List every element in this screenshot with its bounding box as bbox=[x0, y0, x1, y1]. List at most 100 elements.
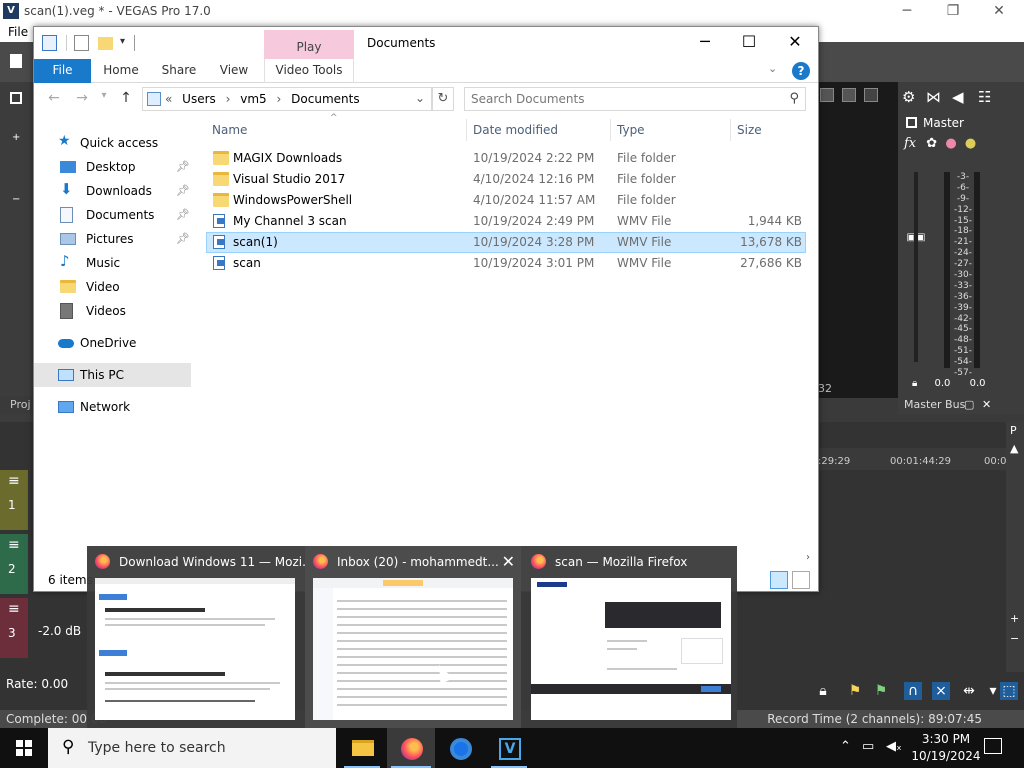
nav-music[interactable]: ♪ Music bbox=[34, 251, 191, 275]
new-project-icon[interactable] bbox=[10, 54, 22, 68]
tab-file[interactable]: File bbox=[34, 59, 91, 83]
close-thumbnail-icon[interactable]: ✕ bbox=[502, 552, 515, 571]
start-button[interactable] bbox=[0, 728, 48, 768]
taskbar-clock[interactable]: 3:30 PM 10/19/2024 bbox=[910, 731, 982, 765]
nav-this-pc[interactable]: This PC bbox=[34, 363, 191, 387]
help-icon[interactable]: ? bbox=[792, 62, 810, 80]
explorer-panel-icon[interactable] bbox=[10, 92, 22, 104]
recent-locations-icon[interactable]: ▾ bbox=[94, 90, 114, 108]
volume-muted-icon[interactable]: ◀ₓ bbox=[886, 739, 902, 754]
preview-option-icon[interactable] bbox=[864, 88, 878, 102]
fx-chain-icon[interactable]: ✿ bbox=[926, 136, 937, 151]
taskbar-chrome[interactable] bbox=[436, 728, 484, 768]
scroll-up-icon[interactable]: ▲ bbox=[1010, 442, 1018, 455]
save-snapshot-icon[interactable] bbox=[820, 88, 834, 102]
breadcrumb-users[interactable]: Users bbox=[182, 92, 216, 106]
column-divider[interactable] bbox=[730, 119, 731, 141]
search-input[interactable] bbox=[471, 91, 771, 107]
address-bar[interactable]: « Users › vm5 › Documents ⌄ bbox=[142, 87, 432, 111]
zoom-out-icon[interactable]: − bbox=[1010, 632, 1019, 645]
fx-setting-icon[interactable]: ● bbox=[965, 136, 976, 151]
tab-home[interactable]: Home bbox=[96, 59, 146, 83]
expand-icon[interactable]: + bbox=[12, 132, 20, 143]
close-master-bus-icon[interactable]: ✕ bbox=[982, 398, 991, 411]
file-row[interactable]: Visual Studio 2017 4/10/2024 12:16 PM Fi… bbox=[206, 169, 806, 190]
nav-quick-access[interactable]: ★ Quick access bbox=[34, 131, 191, 155]
mixer-sliders-icon[interactable]: ☷ bbox=[978, 88, 991, 106]
nav-videos[interactable]: Videos bbox=[34, 299, 191, 323]
new-folder-icon[interactable] bbox=[98, 37, 113, 50]
notifications-icon[interactable] bbox=[984, 738, 1002, 754]
scroll-right-icon[interactable]: › bbox=[806, 552, 810, 563]
column-divider[interactable] bbox=[466, 119, 467, 141]
file-row[interactable]: scan 10/19/2024 3:01 PM WMV File 27,686 … bbox=[206, 253, 806, 274]
nav-onedrive[interactable]: OneDrive bbox=[34, 331, 191, 355]
auto-crossfade-icon[interactable]: ⨯ bbox=[932, 682, 950, 700]
settings-gear-icon[interactable]: ⚙ bbox=[902, 88, 915, 106]
vegas-close-button[interactable]: ✕ bbox=[976, 0, 1022, 22]
track-menu-icon[interactable]: ≡ bbox=[8, 602, 20, 616]
checkmark-icon[interactable] bbox=[74, 35, 89, 51]
fx-plugin-icon[interactable]: ● bbox=[945, 136, 956, 151]
tray-chevron-icon[interactable]: ⌃ bbox=[840, 739, 851, 754]
nav-documents[interactable]: Documents 📌︎ bbox=[34, 203, 191, 227]
thumbnail-download-windows[interactable]: Download Windows 11 — Mozi... bbox=[87, 546, 314, 728]
pin-icon[interactable]: 📌︎ bbox=[176, 160, 190, 173]
pin-icon[interactable]: 📌︎ bbox=[176, 232, 190, 245]
search-icon[interactable]: ⚲ bbox=[789, 91, 799, 106]
taskbar-vegas[interactable]: V bbox=[485, 728, 533, 768]
taskbar-search[interactable]: ⚲ Type here to search bbox=[48, 728, 336, 768]
lock-icon[interactable]: 🔒︎ bbox=[912, 378, 917, 389]
file-row-selected[interactable]: scan(1) 10/19/2024 3:28 PM WMV File 13,6… bbox=[206, 232, 806, 253]
column-size[interactable]: Size bbox=[737, 123, 762, 137]
taskbar-firefox[interactable] bbox=[387, 728, 435, 768]
timeline-vertical-scrollbar[interactable]: P ▲ + − bbox=[1006, 422, 1024, 672]
nav-desktop[interactable]: Desktop 📌︎ bbox=[34, 155, 191, 179]
column-date-modified[interactable]: Date modified bbox=[473, 123, 558, 137]
refresh-icon[interactable]: ↻ bbox=[432, 87, 454, 111]
explorer-close-button[interactable]: ✕ bbox=[772, 27, 818, 57]
tab-view[interactable]: View bbox=[210, 59, 258, 83]
track-header-3[interactable]: ≡ 3 bbox=[0, 598, 28, 658]
region-icon[interactable]: ⚑ bbox=[872, 682, 890, 700]
taskbar-file-explorer[interactable] bbox=[338, 728, 386, 768]
up-arrow-icon[interactable]: ↑ bbox=[116, 90, 136, 108]
project-media-tab[interactable]: Proj bbox=[0, 396, 34, 414]
file-row[interactable]: My Channel 3 scan 10/19/2024 2:49 PM WMV… bbox=[206, 211, 806, 232]
back-arrow-icon[interactable]: ← bbox=[44, 90, 64, 108]
copy-snapshot-icon[interactable] bbox=[842, 88, 856, 102]
column-name[interactable]: Name bbox=[212, 123, 247, 137]
breadcrumb-documents[interactable]: Documents bbox=[291, 92, 359, 106]
breadcrumb-vm5[interactable]: vm5 bbox=[240, 92, 266, 106]
collapse-icon[interactable]: − bbox=[12, 194, 20, 205]
ripple-edit-icon[interactable]: ⇹ bbox=[960, 682, 978, 700]
track-menu-icon[interactable]: ≡ bbox=[8, 538, 20, 552]
pin-icon[interactable]: 📌︎ bbox=[176, 184, 190, 197]
nav-downloads[interactable]: ⬇ Downloads 📌︎ bbox=[34, 179, 191, 203]
details-view-icon[interactable] bbox=[770, 571, 788, 589]
speaker-icon[interactable]: ◀ bbox=[952, 88, 964, 106]
nav-pictures[interactable]: Pictures 📌︎ bbox=[34, 227, 191, 251]
zoom-in-icon[interactable]: + bbox=[1010, 612, 1019, 625]
explorer-maximize-button[interactable]: ☐ bbox=[726, 27, 772, 57]
forward-arrow-icon[interactable]: → bbox=[72, 90, 92, 108]
thumbnail-scan-firefox[interactable]: scan — Mozilla Firefox bbox=[523, 546, 739, 728]
nav-network[interactable]: Network bbox=[34, 395, 191, 419]
lock-envelope-icon[interactable]: 🔒︎ bbox=[814, 682, 832, 700]
marker-icon[interactable]: ⚑ bbox=[846, 682, 864, 700]
explorer-minimize-button[interactable]: ─ bbox=[682, 27, 728, 57]
column-divider[interactable] bbox=[610, 119, 611, 141]
undock-icon[interactable]: ▢ bbox=[964, 398, 974, 411]
expand-ribbon-icon[interactable]: ⌄ bbox=[768, 62, 777, 75]
tab-share[interactable]: Share bbox=[154, 59, 204, 83]
downmix-icon[interactable]: ⋈ bbox=[926, 88, 941, 106]
pin-icon[interactable]: 📌︎ bbox=[176, 208, 190, 221]
thumbnail-inbox[interactable]: Inbox (20) - mohammedt... ✕ bbox=[305, 546, 521, 728]
qat-dropdown-icon[interactable]: ▾ bbox=[120, 36, 125, 47]
play-context-tab[interactable]: Play bbox=[264, 30, 354, 59]
track-options-icon[interactable]: P bbox=[1010, 424, 1017, 437]
network-status-icon[interactable]: ▭ bbox=[862, 739, 874, 754]
track-header-2[interactable]: ≡ 2 bbox=[0, 534, 28, 594]
vegas-menu-file[interactable]: File bbox=[8, 25, 28, 39]
address-dropdown-icon[interactable]: ⌄ bbox=[415, 91, 425, 105]
